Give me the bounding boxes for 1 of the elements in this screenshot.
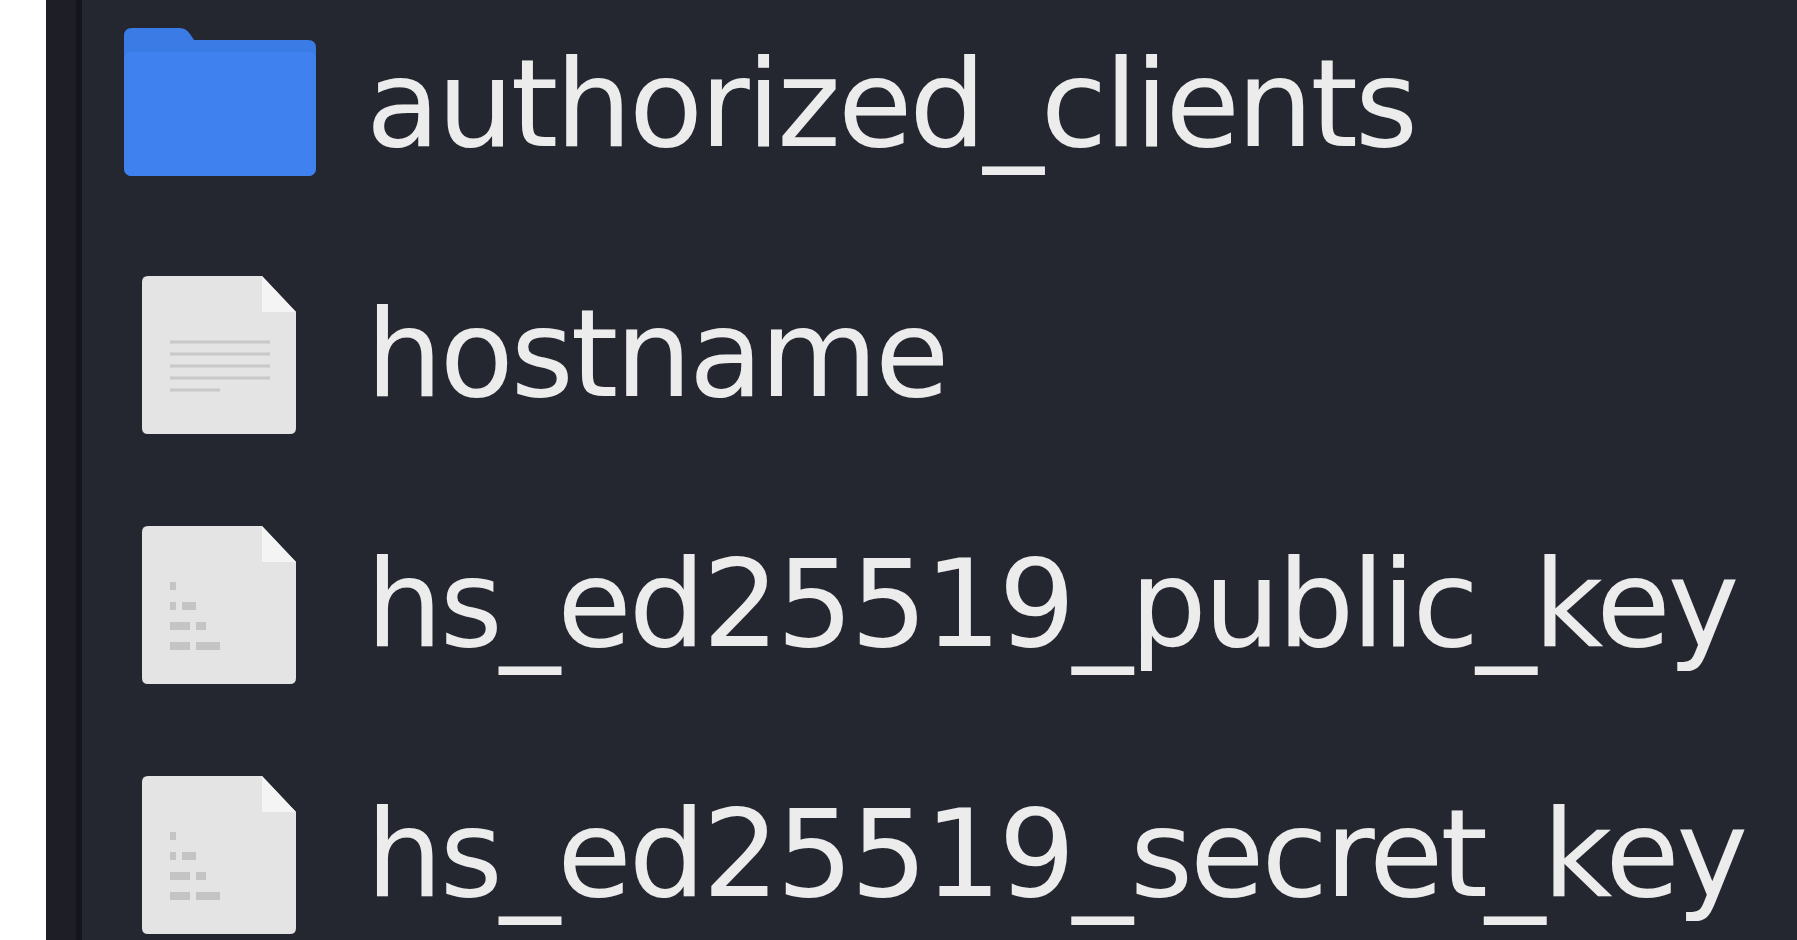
file-name[interactable]: hostname [366,288,947,422]
